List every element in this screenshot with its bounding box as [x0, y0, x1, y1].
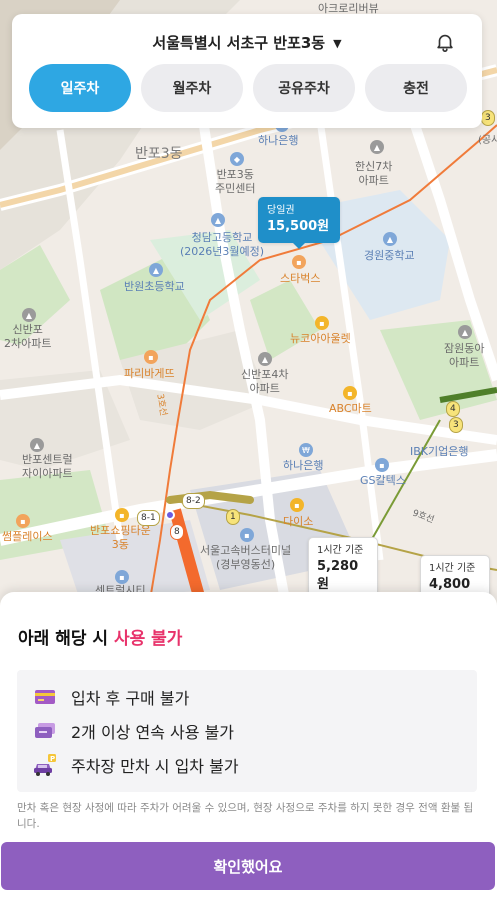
map-label-sinbanpo4: 신반포4차 아파트: [241, 368, 289, 395]
shopping-icon: ▪: [343, 386, 357, 400]
map-label-gs: GS칼텍스: [360, 474, 406, 487]
subway-exit-label: 8-2: [182, 493, 205, 509]
map-label-central: 반포센트럴 자이아파트: [22, 453, 73, 480]
subway-exit-label: 1: [226, 509, 240, 525]
apartment-icon: ▲: [22, 308, 36, 322]
restriction-rule-text: 주차장 만차 시 입차 불가: [71, 757, 239, 776]
apartment-icon: ▲: [370, 140, 384, 154]
shopping-icon: ▪: [115, 508, 129, 522]
confirm-button[interactable]: 확인했어요: [1, 842, 495, 890]
cafe-icon: ▪: [16, 514, 30, 528]
sheet-title: 아래 해당 시 사용 불가: [18, 624, 182, 649]
marker-label: 1시간 기준: [317, 545, 364, 556]
community-center-icon: ◆: [230, 152, 244, 166]
parking-type-tabs: 일주차 월주차 공유주차 충전: [29, 64, 467, 112]
map-label-hana-mid: 하나은행: [283, 459, 324, 472]
marker-label: 1시간 기준: [429, 563, 476, 574]
map-label-starbucks: 스타벅스: [280, 272, 321, 285]
map-label-sinbanpo2: 신반포 2차아파트: [4, 323, 52, 350]
gas-station-icon: ▪: [375, 458, 389, 472]
school-icon: ▲: [211, 213, 225, 227]
credit-card-icon: [33, 687, 57, 707]
search-header-card: 서울특별시 서초구 반포3동 ▼ 일주차 월주차 공유주차 충전: [12, 14, 482, 128]
restriction-rule-item: 입차 후 구매 불가: [33, 680, 461, 714]
marker-price: 5,280원: [317, 559, 359, 592]
map-label-newcore: 뉴코아아울렛: [290, 332, 351, 345]
restriction-rules-box: 입차 후 구매 불가 2개 이상 연속 사용 불가 P 주차장 만차 시 입차 …: [17, 670, 477, 792]
apartment-icon: ▲: [258, 352, 272, 366]
shopping-mall-icon: ▪: [115, 570, 129, 584]
cafe-icon: ▪: [292, 255, 306, 269]
svg-text:P: P: [50, 755, 55, 763]
parking-car-icon: P: [33, 754, 57, 776]
ticket-icon: [33, 721, 57, 741]
tab-charging[interactable]: 충전: [365, 64, 467, 112]
notification-bell-icon[interactable]: [434, 31, 456, 53]
parking-price-marker[interactable]: 당일권 15,500원: [258, 197, 340, 249]
subway-exit-label: 4: [446, 401, 460, 417]
school-icon: ▲: [383, 232, 397, 246]
map-label-gyeongwon: 경원중학교: [364, 249, 415, 262]
map-label-banpo-shop: 반포쇼핑타운 3동: [90, 524, 151, 551]
map-label-terminal: 서울고속버스터미널 (경부영동선): [200, 544, 292, 571]
subway-exit-label: 8: [170, 524, 184, 540]
shopping-icon: ▪: [290, 498, 304, 512]
marker-label: 당일권: [267, 205, 295, 216]
map-label-abc: ABC마트: [329, 402, 372, 415]
map-label-gongsa: (공사: [478, 135, 497, 146]
bank-icon: ₩: [299, 443, 313, 457]
map-label-ibk: IBK기업은행: [410, 445, 469, 458]
sheet-title-warning: 사용 불가: [113, 629, 183, 649]
subway-exit-label: 8-1: [137, 510, 160, 526]
restriction-rule-item: P 주차장 만차 시 입차 불가: [33, 748, 461, 782]
map-label-community: 반포3동 주민센터: [215, 168, 256, 195]
current-location-icon: [165, 510, 175, 520]
sheet-title-prefix: 아래 해당 시: [18, 629, 109, 649]
map-label-dong: 반포3동: [135, 146, 183, 162]
shopping-icon: ▪: [315, 316, 329, 330]
usage-restriction-sheet: 아래 해당 시 사용 불가 입차 후 구매 불가 2개 이상 연속 사용 불가 …: [0, 592, 497, 900]
map-label-cheongdam: 청담고등학교 (2026년3월예정): [180, 231, 265, 258]
marker-price: 15,500원: [267, 219, 330, 234]
school-icon: ▲: [149, 263, 163, 277]
caret-down-icon: ▼: [333, 37, 342, 50]
map-label-paris: 파리바게뜨: [124, 367, 175, 380]
tab-daily-parking[interactable]: 일주차: [29, 64, 131, 112]
disclaimer-text: 만차 혹은 현장 사정에 따라 주차가 어려울 수 있으며, 현장 사정으로 주…: [17, 802, 474, 830]
restriction-rule-text: 2개 이상 연속 사용 불가: [71, 723, 235, 742]
map-label-daiso: 다이소: [283, 515, 314, 528]
tab-shared-parking[interactable]: 공유주차: [253, 64, 355, 112]
location-text: 서울특별시 서초구 반포3동: [152, 34, 326, 52]
subway-exit-label: 3: [449, 417, 463, 433]
restriction-rule-item: 2개 이상 연속 사용 불가: [33, 714, 461, 748]
bakery-icon: ▪: [144, 350, 158, 364]
map-label-hana-top: 하나은행: [258, 134, 299, 147]
tab-monthly-parking[interactable]: 월주차: [141, 64, 243, 112]
restriction-rule-text: 입차 후 구매 불가: [71, 689, 190, 708]
subway-exit-label: 3: [481, 110, 495, 126]
apartment-icon: ▲: [458, 325, 472, 339]
map-label-hanshin: 한신7차 아파트: [355, 160, 393, 187]
location-selector[interactable]: 서울특별시 서초구 반포3동 ▼: [12, 32, 482, 53]
map-label-place: 썸플레이스: [2, 530, 53, 543]
map-label-jamwon: 잠원동아 아파트: [444, 342, 485, 369]
apartment-icon: ▲: [30, 438, 44, 452]
map-label-banwon: 반원초등학교: [124, 280, 185, 293]
bus-terminal-icon: ▪: [240, 528, 254, 542]
